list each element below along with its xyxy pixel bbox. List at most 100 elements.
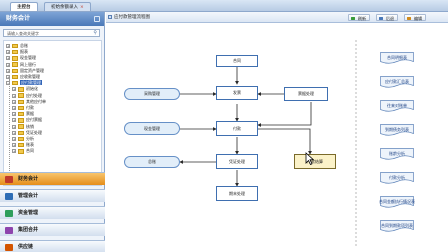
tree-item[interactable]: + 应付处理	[12, 93, 42, 99]
expand-icon[interactable]: +	[12, 93, 16, 98]
tree-item[interactable]: + 合同	[12, 148, 34, 154]
tree-item-label: 报表	[20, 49, 28, 55]
report-item[interactable]: 付款分析	[380, 172, 414, 184]
tree-item[interactable]: + 核销	[12, 124, 34, 130]
search-icon[interactable]: ⚲	[93, 31, 97, 36]
module-icon	[5, 176, 13, 183]
tree-item-label: 总账	[20, 43, 28, 48]
refresh-label: 刷新	[358, 16, 366, 21]
report-item[interactable]: 合同到期款项列表	[380, 220, 414, 232]
tree-item[interactable]: + 现金管理	[6, 55, 36, 61]
module-label: 供应链	[18, 244, 34, 250]
module-button[interactable]: 财务会计	[0, 172, 105, 185]
refresh-button[interactable]: 刷新	[348, 14, 370, 21]
tree-item-label: 应收款管理	[20, 74, 40, 79]
folder-icon	[12, 62, 18, 67]
tree-item[interactable]: + 网上银行	[6, 62, 36, 68]
report-item[interactable]: 到期债务列表	[380, 124, 414, 136]
tab-initial-balance[interactable]: 初始余额录入 ×	[44, 2, 91, 11]
node-bill[interactable]: 票据处理	[284, 87, 328, 101]
expand-icon[interactable]: +	[12, 143, 16, 148]
tree-item-label: 应付款管理	[20, 80, 42, 86]
expand-icon[interactable]: +	[12, 130, 16, 135]
report-item-label: 到期债务列表	[385, 127, 409, 132]
folder-icon	[18, 149, 24, 154]
node-voucher-label: 凭证处理	[229, 158, 245, 164]
node-payment-label: 付款	[233, 125, 241, 131]
folder-icon	[18, 142, 24, 148]
report-item[interactable]: 往来对账单	[380, 100, 414, 112]
expand-icon[interactable]: +	[12, 124, 16, 129]
report-item[interactable]: 合同金额执行情况表	[379, 196, 415, 208]
expand-icon[interactable]: +	[12, 118, 16, 123]
tree-item[interactable]: + 凭证处理	[12, 130, 42, 136]
module-label: 财务会计	[18, 176, 39, 182]
expand-icon[interactable]: +	[6, 44, 10, 48]
back-icon	[379, 16, 383, 20]
module-button[interactable]: 资金管理	[0, 206, 105, 219]
tab-dashboard-label: 主控台	[17, 5, 31, 10]
node-contract-label: 合同	[233, 58, 241, 63]
node-invoice[interactable]: 发票	[216, 86, 258, 100]
expand-icon[interactable]: +	[6, 75, 10, 79]
report-item[interactable]: 应付款汇总表	[380, 76, 414, 88]
tree-item[interactable]: + 应付票据	[12, 117, 42, 123]
report-item-label: 账龄分析	[389, 151, 405, 156]
tree-item-label: 固定资产管理	[20, 67, 44, 73]
collapse-icon[interactable]: −	[6, 81, 10, 86]
folder-icon	[12, 74, 18, 80]
tree-item-label: 核销	[26, 123, 34, 129]
expand-icon[interactable]: +	[6, 68, 10, 73]
node-voucher[interactable]: 凭证处理	[216, 154, 258, 169]
module-button[interactable]: 集团合并	[0, 223, 105, 236]
tree-item[interactable]: + 固定资产管理	[6, 68, 44, 74]
edit-button[interactable]: 编辑	[404, 14, 426, 21]
expand-icon[interactable]: +	[12, 99, 16, 104]
close-icon[interactable]: ×	[80, 5, 84, 10]
folder-icon	[18, 130, 24, 136]
folder-icon	[18, 99, 24, 105]
node-ledger[interactable]: 总账	[124, 156, 180, 168]
folder-icon	[12, 80, 18, 86]
node-cash[interactable]: 现金管理	[124, 122, 180, 135]
node-closing[interactable]: 期末处理	[216, 186, 258, 201]
tree-item-label: 其他应付单	[26, 98, 46, 104]
expand-icon[interactable]: +	[12, 106, 16, 110]
search-placeholder: 请输入查询关键字	[7, 31, 39, 36]
report-item[interactable]: 账龄分析	[380, 148, 414, 160]
expand-icon[interactable]: +	[6, 62, 10, 67]
nav-tree: + 总账 + 报表 + 现金管理 + 网上银行 + 固定资产管理 + 应收款管理 − 应付款管理 + 初始化 +…	[3, 40, 102, 186]
tree-item-label: 凭证处理	[26, 129, 42, 135]
module-button[interactable]: 管理会计	[0, 189, 105, 202]
node-purchase[interactable]: 采购管理	[124, 88, 180, 100]
tab-dashboard[interactable]: 主控台	[10, 2, 38, 11]
tree-item-label: 票据	[26, 111, 34, 117]
tree-item-label: 初始化	[26, 86, 38, 92]
node-payment[interactable]: 付款	[216, 121, 258, 136]
refresh-icon	[351, 16, 355, 20]
tree-guide-line	[9, 79, 10, 185]
node-contract[interactable]: 合同	[216, 55, 258, 67]
report-item-label: 往来对账单	[387, 103, 407, 108]
tree-item-label: 合同	[26, 148, 34, 154]
expand-icon[interactable]: +	[12, 87, 16, 92]
expand-icon[interactable]: +	[12, 149, 16, 154]
node-settle[interactable]: 付款结算	[294, 154, 336, 169]
report-item[interactable]: 合同明细表	[380, 52, 414, 64]
collapse-icon[interactable]	[94, 16, 100, 22]
tree-item-label: 应付处理	[26, 92, 42, 98]
module-icon	[5, 193, 13, 200]
module-button[interactable]: 供应链	[0, 240, 105, 252]
tree-item[interactable]: + 初始化	[12, 86, 38, 92]
search-input[interactable]: 请输入查询关键字 ⚲	[3, 29, 100, 37]
tree-item-label: 现金管理	[20, 55, 36, 61]
expand-icon[interactable]: +	[12, 112, 16, 117]
expand-icon[interactable]: +	[6, 50, 10, 55]
node-cash-label: 现金管理	[144, 125, 160, 131]
tree-item-label: 网上银行	[20, 61, 36, 67]
expand-icon[interactable]: +	[12, 137, 16, 141]
back-button[interactable]: 后退	[376, 14, 398, 21]
tree-item[interactable]: + 其他应付单	[12, 99, 46, 105]
expand-icon[interactable]: +	[6, 56, 10, 61]
page-title: 应付款管理流程图	[114, 15, 150, 20]
